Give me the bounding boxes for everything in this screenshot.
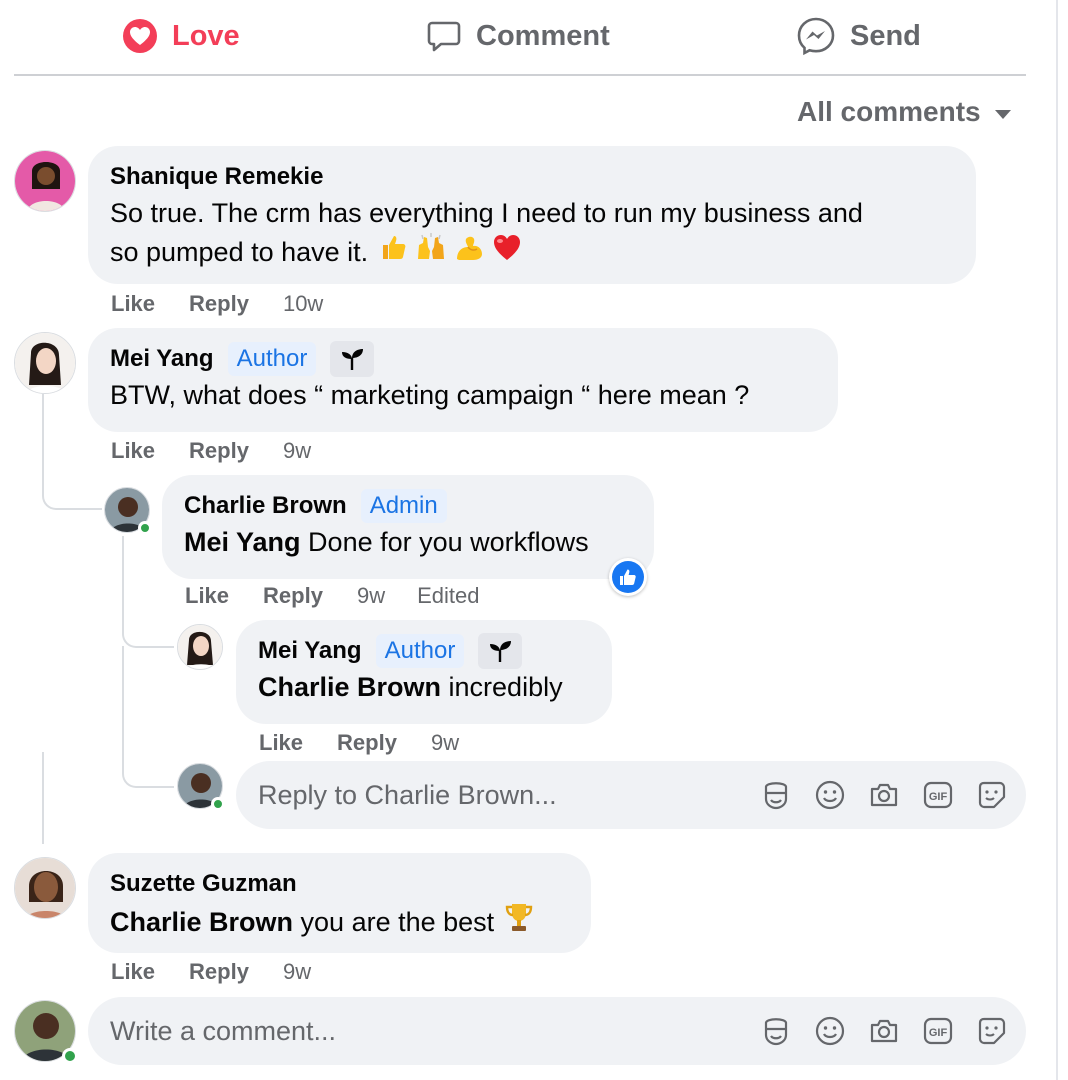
emoji-icon[interactable] [814, 778, 846, 812]
avatar-sticker-icon[interactable] [760, 1014, 792, 1048]
comment-bubble: Suzette Guzman Charlie Brown you are the… [88, 853, 591, 953]
comment-label: Comment [476, 19, 610, 52]
avatar[interactable] [177, 624, 223, 670]
online-status-dot [211, 797, 225, 811]
comment-bubble: Mei Yang Author BTW, what does “ marketi… [88, 328, 838, 432]
red-heart-icon [492, 233, 522, 272]
edited-label[interactable]: Edited [417, 583, 479, 609]
mention-link[interactable]: Mei Yang [184, 527, 301, 557]
thumbs-up-icon [380, 233, 408, 272]
like-link[interactable]: Like [185, 583, 229, 609]
avatar[interactable] [14, 150, 76, 212]
comment-author[interactable]: Mei Yang [258, 637, 362, 665]
messenger-icon [796, 16, 836, 56]
avatar[interactable] [104, 487, 152, 535]
comment-actions: Like Reply 9w Edited [185, 581, 511, 611]
send-button[interactable]: Send [796, 14, 921, 58]
sticker-icon[interactable] [976, 1014, 1008, 1048]
comment-text-line: So true. The crm has everything I need t… [110, 198, 863, 228]
comment-text: incredibly [441, 672, 563, 702]
send-label: Send [850, 19, 921, 52]
comment-filter-label: All comments [797, 96, 981, 127]
love-button[interactable]: Love [122, 14, 240, 58]
comment-timestamp[interactable]: 9w [357, 583, 385, 609]
comment-bubble: Mei Yang Author Charlie Brown incredibly [236, 620, 612, 724]
author-badge: Author [375, 634, 465, 668]
camera-icon[interactable] [868, 1014, 900, 1048]
raising-hands-icon [416, 233, 446, 272]
comment-actions: Like Reply 9w [259, 728, 491, 758]
reply-link[interactable]: Reply [189, 291, 249, 317]
comment-timestamp[interactable]: 9w [283, 438, 311, 464]
like-link[interactable]: Like [111, 438, 155, 464]
comment-filter-dropdown[interactable]: All comments [797, 92, 1011, 132]
reply-input-box: GIF [236, 761, 1026, 829]
comment-button[interactable]: Comment [426, 14, 610, 58]
comment-actions: Like Reply 9w [111, 957, 343, 987]
gif-icon[interactable]: GIF [922, 778, 954, 812]
mention-link[interactable]: Charlie Brown [110, 903, 293, 942]
sprout-icon [478, 633, 523, 669]
like-reaction-badge[interactable] [609, 558, 647, 596]
comment-author[interactable]: Suzette Guzman [110, 870, 297, 898]
author-badge: Author [227, 342, 317, 376]
like-link[interactable]: Like [111, 291, 155, 317]
avatar-sticker-icon[interactable] [760, 778, 792, 812]
emoji-icon[interactable] [814, 1014, 846, 1048]
reply-link[interactable]: Reply [189, 959, 249, 985]
comment-author[interactable]: Mei Yang [110, 345, 214, 373]
avatar[interactable] [177, 763, 225, 811]
comment-timestamp[interactable]: 10w [283, 291, 323, 317]
reply-link[interactable]: Reply [189, 438, 249, 464]
caret-down-icon [994, 109, 1011, 119]
svg-text:GIF: GIF [929, 1027, 948, 1039]
flexed-biceps-icon [454, 233, 484, 272]
mention-link[interactable]: Charlie Brown [258, 672, 441, 702]
panel-right-border [1056, 0, 1058, 1080]
comment-author[interactable]: Shanique Remekie [110, 163, 323, 191]
comment-timestamp[interactable]: 9w [283, 959, 311, 985]
svg-text:GIF: GIF [929, 791, 948, 803]
comment-bubble: Charlie Brown Admin Mei Yang Done for yo… [162, 475, 654, 579]
comment-input[interactable] [110, 1015, 590, 1047]
reply-link[interactable]: Reply [337, 730, 397, 756]
thumbs-up-icon [620, 569, 636, 585]
comment-actions: Like Reply 10w [111, 289, 355, 319]
online-status-dot [138, 521, 152, 535]
comment-icon [426, 18, 462, 54]
camera-icon[interactable] [868, 778, 900, 812]
heart-icon [122, 18, 158, 54]
sticker-icon[interactable] [976, 778, 1008, 812]
avatar[interactable] [14, 1000, 78, 1064]
online-status-dot [62, 1048, 78, 1064]
comment-actions: Like Reply 9w [111, 436, 343, 466]
love-label: Love [172, 19, 240, 52]
comment-timestamp[interactable]: 9w [431, 730, 459, 756]
admin-badge: Admin [360, 489, 447, 523]
comment-text-line: so pumped to have it. [110, 237, 369, 267]
comment-bubble: Shanique Remekie So true. The crm has ev… [88, 146, 976, 284]
post-action-bar: Love Comment Send [14, 0, 1026, 76]
comment-author[interactable]: Charlie Brown [184, 492, 347, 520]
comment-composer-box: GIF [88, 997, 1026, 1065]
thread-line [122, 646, 174, 788]
thread-line [42, 752, 44, 844]
gif-icon[interactable]: GIF [922, 1014, 954, 1048]
comment-text: Done for you workflows [300, 527, 589, 557]
avatar[interactable] [14, 332, 76, 394]
comment-text: you are the best [293, 907, 495, 937]
comment-text: BTW, what does “ marketing campaign “ he… [110, 380, 750, 410]
like-link[interactable]: Like [259, 730, 303, 756]
avatar[interactable] [14, 857, 76, 919]
like-link[interactable]: Like [111, 959, 155, 985]
trophy-icon [504, 901, 534, 944]
sprout-icon [330, 341, 375, 377]
reply-link[interactable]: Reply [263, 583, 323, 609]
reply-input[interactable] [258, 779, 738, 811]
